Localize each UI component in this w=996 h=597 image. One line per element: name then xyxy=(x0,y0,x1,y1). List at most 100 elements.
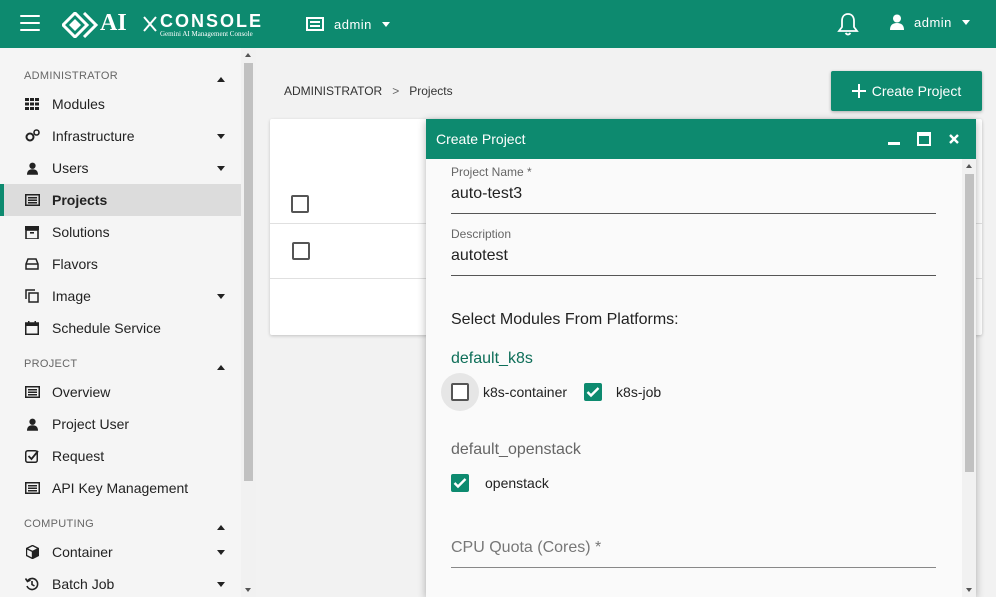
section-label: ADMINISTRATOR xyxy=(24,70,118,82)
row-checkbox[interactable] xyxy=(292,242,310,260)
openstack-label[interactable]: openstack xyxy=(485,475,549,491)
scrollbar-thumb[interactable] xyxy=(244,63,253,481)
sidebar-item-infrastructure[interactable]: Infrastructure xyxy=(0,120,241,152)
k8s-job-label[interactable]: k8s-job xyxy=(616,384,661,400)
sidebar-item-projects[interactable]: Projects xyxy=(0,184,241,216)
scroll-up-arrow-icon[interactable] xyxy=(245,53,251,57)
select-all-checkbox[interactable] xyxy=(291,195,309,213)
chevron-up-icon xyxy=(217,365,225,370)
chevron-down-icon xyxy=(217,581,225,587)
sidebar-item-label: Schedule Service xyxy=(52,320,161,336)
sidebar-section-computing[interactable]: COMPUTING xyxy=(0,504,241,536)
bell-icon[interactable] xyxy=(836,12,860,36)
top-bar: AI CONSOLE Gemini AI Management Console … xyxy=(0,0,996,48)
sidebar-item-image[interactable]: Image xyxy=(0,280,241,312)
logo-subtitle: Gemini AI Management Console xyxy=(160,30,253,38)
plus-icon xyxy=(851,84,866,98)
menu-icon[interactable] xyxy=(20,15,40,33)
chevron-up-icon xyxy=(217,77,225,82)
dialog-title: Create Project xyxy=(436,131,526,147)
close-icon[interactable] xyxy=(946,131,962,147)
cpu-quota-field[interactable]: CPU Quota (Cores) * xyxy=(451,539,936,568)
sidebar-scrollbar[interactable] xyxy=(241,48,256,597)
logo-console-text: CONSOLE xyxy=(160,11,264,31)
scroll-up-arrow-icon[interactable] xyxy=(966,164,972,168)
project-name-label: Project Name * xyxy=(451,165,532,179)
list-icon xyxy=(24,193,40,207)
sidebar-item-request[interactable]: Request xyxy=(0,440,241,472)
check-icon xyxy=(586,387,600,398)
sidebar-item-flavors[interactable]: Flavors xyxy=(0,248,241,280)
cpu-quota-label: CPU Quota (Cores) * xyxy=(451,539,602,556)
project-icon xyxy=(306,17,324,31)
sidebar-item-api-key-management[interactable]: API Key Management xyxy=(0,472,241,504)
sidebar-section-project[interactable]: PROJECT xyxy=(0,344,241,376)
openstack-checkbox[interactable] xyxy=(451,474,469,492)
sidebar-item-label: Overview xyxy=(52,384,111,400)
grid-icon xyxy=(24,97,40,111)
sidebar-item-label: Request xyxy=(52,448,105,464)
modules-section-title: Select Modules From Platforms: xyxy=(451,311,679,328)
history-icon xyxy=(24,577,40,591)
sidebar-item-label: Modules xyxy=(52,96,105,112)
scroll-down-arrow-icon[interactable] xyxy=(245,588,251,592)
scrollbar-thumb[interactable] xyxy=(965,174,974,472)
minimize-icon[interactable] xyxy=(886,131,902,147)
k8s-job-checkbox[interactable] xyxy=(584,383,603,401)
logo-mark-icon xyxy=(62,12,98,38)
user-icon xyxy=(24,161,40,175)
check-icon xyxy=(453,478,467,489)
description-field[interactable]: Description xyxy=(451,227,936,276)
create-project-dialog: Create Project Project Name * Descriptio… xyxy=(426,119,976,597)
project-selector[interactable]: admin xyxy=(306,14,390,34)
project-selector-label: admin xyxy=(334,16,372,32)
app-logo[interactable]: AI CONSOLE Gemini AI Management Console xyxy=(62,10,292,40)
list-icon xyxy=(24,481,40,495)
breadcrumb-root[interactable]: ADMINISTRATOR xyxy=(284,84,382,98)
sidebar-item-label: Projects xyxy=(52,192,108,208)
breadcrumb-current: Projects xyxy=(409,84,453,98)
check-square-icon xyxy=(24,449,40,463)
create-project-button[interactable]: Create Project xyxy=(831,71,982,111)
sidebar-item-solutions[interactable]: Solutions xyxy=(0,216,241,248)
sidebar-item-label: Project User xyxy=(52,416,130,432)
sidebar-item-label: Batch Job xyxy=(52,576,115,592)
sidebar-item-container[interactable]: Container xyxy=(0,536,241,568)
sidebar-item-project-user[interactable]: Project User xyxy=(0,408,241,440)
sidebar-item-label: Image xyxy=(52,288,91,304)
sidebar-item-batch-job[interactable]: Batch Job xyxy=(0,568,241,597)
sidebar-item-schedule-service[interactable]: Schedule Service xyxy=(0,312,241,344)
dialog-header[interactable]: Create Project xyxy=(426,119,976,159)
k8s-container-label[interactable]: k8s-container xyxy=(483,384,567,400)
k8s-container-checkbox[interactable] xyxy=(451,383,469,401)
sidebar-item-label: Infrastructure xyxy=(52,128,135,144)
logo-text: AI xyxy=(100,10,127,36)
sidebar-item-overview[interactable]: Overview xyxy=(0,376,241,408)
description-input[interactable] xyxy=(451,247,936,271)
section-label: COMPUTING xyxy=(24,518,94,530)
scroll-down-arrow-icon[interactable] xyxy=(966,588,972,592)
sidebar-section-administrator[interactable]: ADMINISTRATOR xyxy=(0,56,241,88)
sidebar-item-label: API Key Management xyxy=(52,480,189,496)
chevron-down-icon xyxy=(217,293,225,299)
cube-icon xyxy=(24,545,40,559)
chevron-down-icon xyxy=(217,165,225,171)
sidebar-item-modules[interactable]: Modules xyxy=(0,88,241,120)
drive-icon xyxy=(24,257,40,271)
maximize-icon[interactable] xyxy=(916,131,932,147)
platform-default-k8s[interactable]: default_k8s xyxy=(451,350,533,368)
chevron-down-icon xyxy=(217,549,225,555)
project-name-field[interactable]: Project Name * xyxy=(451,165,936,214)
calendar-icon xyxy=(24,321,40,335)
platform-default-openstack[interactable]: default_openstack xyxy=(451,441,581,459)
dialog-scrollbar[interactable] xyxy=(962,159,976,597)
chevron-down-icon xyxy=(961,19,970,25)
sidebar-item-users[interactable]: Users xyxy=(0,152,241,184)
user-menu[interactable]: admin xyxy=(890,14,970,30)
description-label: Description xyxy=(451,227,512,241)
dialog-body: Project Name * Description Select Module… xyxy=(426,159,962,597)
project-name-input[interactable] xyxy=(451,185,936,209)
sidebar-item-label: Container xyxy=(52,544,113,560)
chevron-down-icon xyxy=(381,21,390,27)
logo-scissors-icon xyxy=(143,16,157,32)
